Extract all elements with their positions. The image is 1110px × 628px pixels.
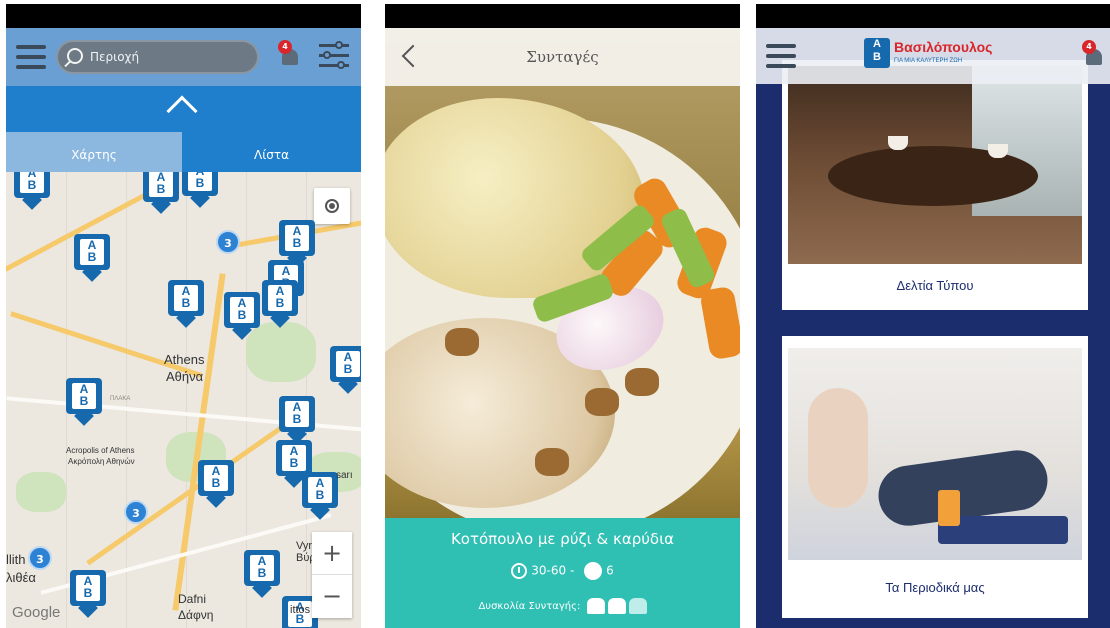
store-pin[interactable] [279, 220, 315, 268]
search-placeholder: Περιοχή [90, 50, 140, 64]
search-input[interactable]: Περιοχή [56, 40, 259, 74]
card-caption: Δελτία Τύπου [896, 278, 974, 293]
store-pin[interactable] [182, 172, 218, 208]
notification-badge: 4 [1082, 40, 1096, 54]
store-cluster[interactable]: 3 [28, 546, 52, 570]
magazine-reader-image [788, 348, 1082, 560]
map-label-vyronas-en: Vyr [296, 540, 313, 552]
store-pin[interactable] [168, 280, 204, 328]
news-screen: Δελτία Τύπου Τα Περιοδικά μας Βασιλόπουλ… [756, 4, 1110, 628]
map-label-kallithea-gr: λιθέα [6, 570, 36, 585]
status-bar [385, 4, 740, 28]
cafe-image [788, 66, 1082, 264]
recipe-info-panel: Κοτόπουλο με ρύζι & καρύδια 30-60 - 6 Δυ… [385, 518, 740, 628]
map-label-kaisariani: sarı [336, 470, 353, 481]
status-bar [756, 4, 1110, 28]
map-label-dafni-gr: Δάφνη [178, 608, 214, 622]
google-attribution: Google [12, 604, 61, 621]
map-label-kallithea: llith [6, 552, 26, 567]
view-tabs: Χάρτης Λίστα [6, 132, 361, 172]
chef-hat-icon [607, 598, 626, 614]
card-caption: Τα Περιοδικά μας [885, 580, 985, 595]
store-pin[interactable] [330, 346, 361, 394]
collapse-bar[interactable] [6, 86, 361, 132]
store-pin[interactable] [70, 570, 106, 618]
map-label-ymittos: ittos [290, 604, 311, 616]
brand-tagline: ΓΙΑ ΜΙΑ ΚΑΛΥΤΕΡΗ ΖΩΗ [894, 58, 963, 64]
recipe-photo [385, 28, 740, 518]
store-pin[interactable] [143, 172, 179, 214]
map-screen: Περιοχή 4 Χάρτης Λίστα A B A B A B A B A… [6, 4, 361, 628]
notification-icon[interactable]: 4 [1082, 40, 1104, 66]
store-pin[interactable] [74, 234, 110, 282]
menu-icon[interactable] [16, 45, 46, 69]
recipe-time: 30-60 [531, 563, 567, 578]
recipe-difficulty: Δυσκολία Συνταγής: [385, 598, 740, 614]
zoom-out-button[interactable]: − [312, 575, 352, 618]
press-releases-card[interactable]: Δελτία Τύπου [782, 60, 1088, 310]
page-title: Συνταγές [526, 48, 599, 66]
servings-icon [584, 562, 603, 580]
store-pin[interactable] [244, 550, 280, 598]
map-label-acropolis: Acropolis of Athens [66, 446, 135, 455]
my-location-button[interactable] [314, 188, 350, 224]
chef-hat-icon [628, 598, 647, 614]
store-pin[interactable] [224, 292, 260, 340]
recipe-name: Κοτόπουλο με ρύζι & καρύδια [450, 530, 675, 548]
recipe-header: Συνταγές [385, 28, 740, 86]
menu-icon[interactable] [766, 44, 796, 68]
meta-separator: - [569, 563, 575, 578]
brand-header: Βασιλόπουλος ΓΙΑ ΜΙΑ ΚΑΛΥΤΕΡΗ ΖΩΗ 4 [756, 28, 1110, 84]
store-map[interactable]: 3 3 3 Athens Αθήνα ΠΛΑΚΑ Acropolis of At… [6, 172, 361, 628]
map-label-athens-gr: Αθήνα [166, 369, 204, 384]
brand-logo[interactable]: Βασιλόπουλος ΓΙΑ ΜΙΑ ΚΑΛΥΤΕΡΗ ΖΩΗ [864, 38, 1014, 72]
store-pin[interactable] [198, 460, 234, 508]
recipe-screen: Συνταγές Κοτόπουλο με ρύζι & καρύδια 30-… [385, 4, 740, 628]
store-cluster[interactable]: 3 [124, 500, 148, 524]
store-pin[interactable] [14, 172, 50, 210]
search-icon [67, 48, 83, 64]
top-bar: Περιοχή 4 [6, 28, 361, 86]
chevron-up-icon [166, 95, 198, 127]
chef-hat-icon [586, 598, 605, 614]
filter-icon[interactable] [319, 40, 349, 72]
store-pin[interactable] [262, 280, 298, 328]
store-pin[interactable] [66, 378, 102, 426]
magazines-card[interactable]: Τα Περιοδικά μας [782, 336, 1088, 618]
notification-badge: 4 [278, 40, 292, 54]
notification-icon[interactable]: 4 [278, 40, 300, 66]
brand-name: Βασιλόπουλος [894, 39, 993, 55]
clock-icon [511, 563, 528, 579]
zoom-controls: + − [312, 532, 352, 618]
map-label-acropolis-gr: Ακρόπολη Αθηνών [68, 457, 135, 466]
map-label-athens: Athens [164, 352, 205, 367]
zoom-in-button[interactable]: + [312, 532, 352, 575]
store-pin[interactable] [302, 472, 338, 520]
store-cluster[interactable]: 3 [216, 230, 240, 254]
tab-list[interactable]: Λίστα [182, 132, 361, 172]
status-bar [6, 4, 361, 28]
store-pin[interactable] [279, 396, 315, 444]
ab-logo-icon [864, 38, 890, 68]
recipe-servings: 6 [606, 563, 614, 578]
map-label-dafni: Dafni [178, 592, 207, 606]
map-label-plaka: ΠΛΑΚΑ [110, 396, 131, 402]
recipe-meta: 30-60 - 6 [385, 562, 740, 580]
difficulty-label: Δυσκολία Συνταγής: [478, 601, 581, 612]
tab-map[interactable]: Χάρτης [6, 132, 182, 172]
